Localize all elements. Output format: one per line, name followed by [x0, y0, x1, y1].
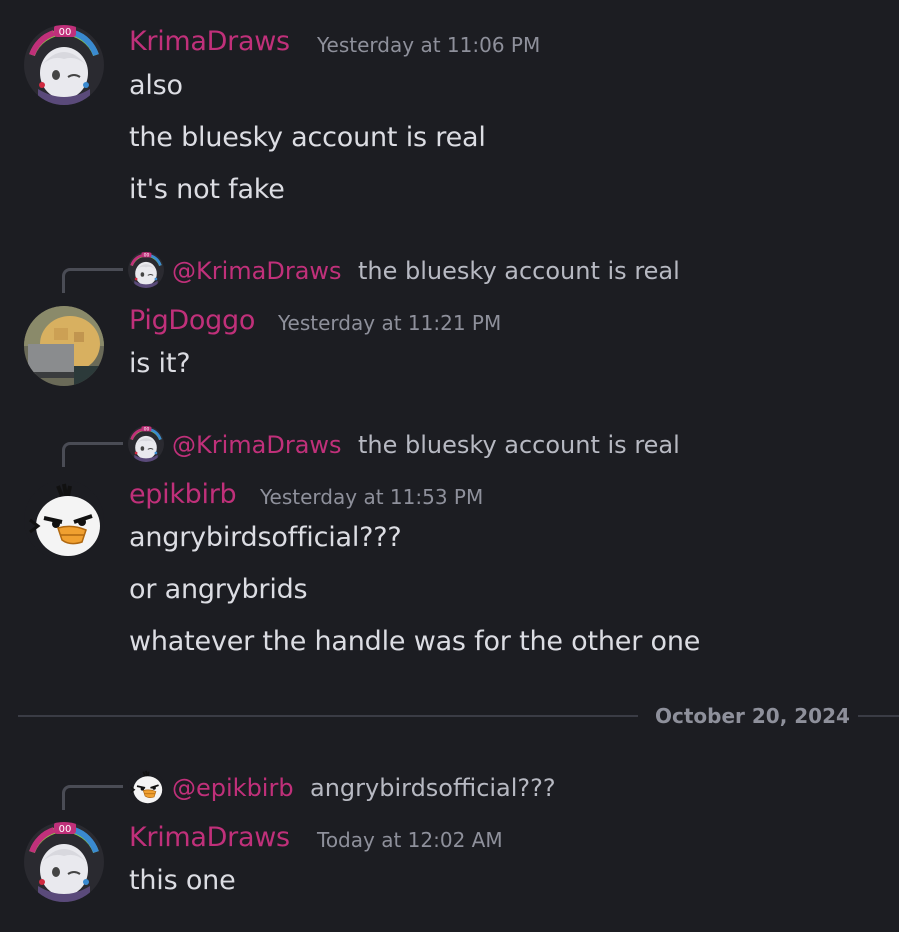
message-line: angrybirdsofficial??? [129, 522, 402, 553]
white-bird-avatar-icon [24, 480, 104, 560]
message-line: whatever the handle was for the other on… [129, 626, 701, 657]
reply-author[interactable]: @KrimaDraws [172, 431, 342, 459]
reply-connector [62, 268, 123, 293]
white-bird-avatar-icon [128, 769, 164, 805]
message-line: also [129, 70, 183, 101]
krima-avatar[interactable] [24, 25, 104, 105]
blurred-photo-avatar-icon [24, 306, 104, 386]
anime-avatar-icon [24, 25, 104, 105]
pigdoggo-avatar[interactable] [24, 306, 104, 386]
author-name[interactable]: KrimaDraws [129, 26, 290, 57]
reply-preview[interactable]: the bluesky account is real [358, 431, 680, 459]
reply-connector [62, 785, 123, 810]
timestamp: Yesterday at 11:53 PM [260, 485, 484, 509]
divider-date: October 20, 2024 [655, 704, 850, 728]
reply-connector [62, 442, 123, 467]
reply-preview[interactable]: angrybirdsofficial??? [310, 774, 556, 802]
divider-line-left [18, 715, 638, 717]
timestamp: Yesterday at 11:06 PM [317, 33, 541, 57]
reply-author[interactable]: @KrimaDraws [172, 257, 342, 285]
timestamp: Today at 12:02 AM [317, 828, 503, 852]
krima-avatar[interactable] [24, 822, 104, 902]
message-line: or angrybrids [129, 574, 308, 605]
message-line: is it? [129, 348, 191, 379]
reply-avatar[interactable] [128, 426, 164, 462]
epikbirb-avatar[interactable] [24, 480, 104, 560]
divider-line-right [858, 715, 899, 717]
author-name[interactable]: epikbirb [129, 479, 237, 510]
message-line: the bluesky account is real [129, 122, 486, 153]
message-line: this one [129, 865, 236, 896]
reply-preview[interactable]: the bluesky account is real [358, 257, 680, 285]
author-name[interactable]: PigDoggo [129, 305, 255, 336]
reply-avatar[interactable] [128, 252, 164, 288]
anime-avatar-icon [128, 252, 164, 288]
message-line: it's not fake [129, 174, 285, 205]
timestamp: Yesterday at 11:21 PM [278, 311, 502, 335]
reply-author[interactable]: @epikbirb [172, 774, 294, 802]
author-name[interactable]: KrimaDraws [129, 822, 290, 853]
reply-avatar[interactable] [128, 769, 164, 805]
anime-avatar-icon [24, 822, 104, 902]
anime-avatar-icon [128, 426, 164, 462]
